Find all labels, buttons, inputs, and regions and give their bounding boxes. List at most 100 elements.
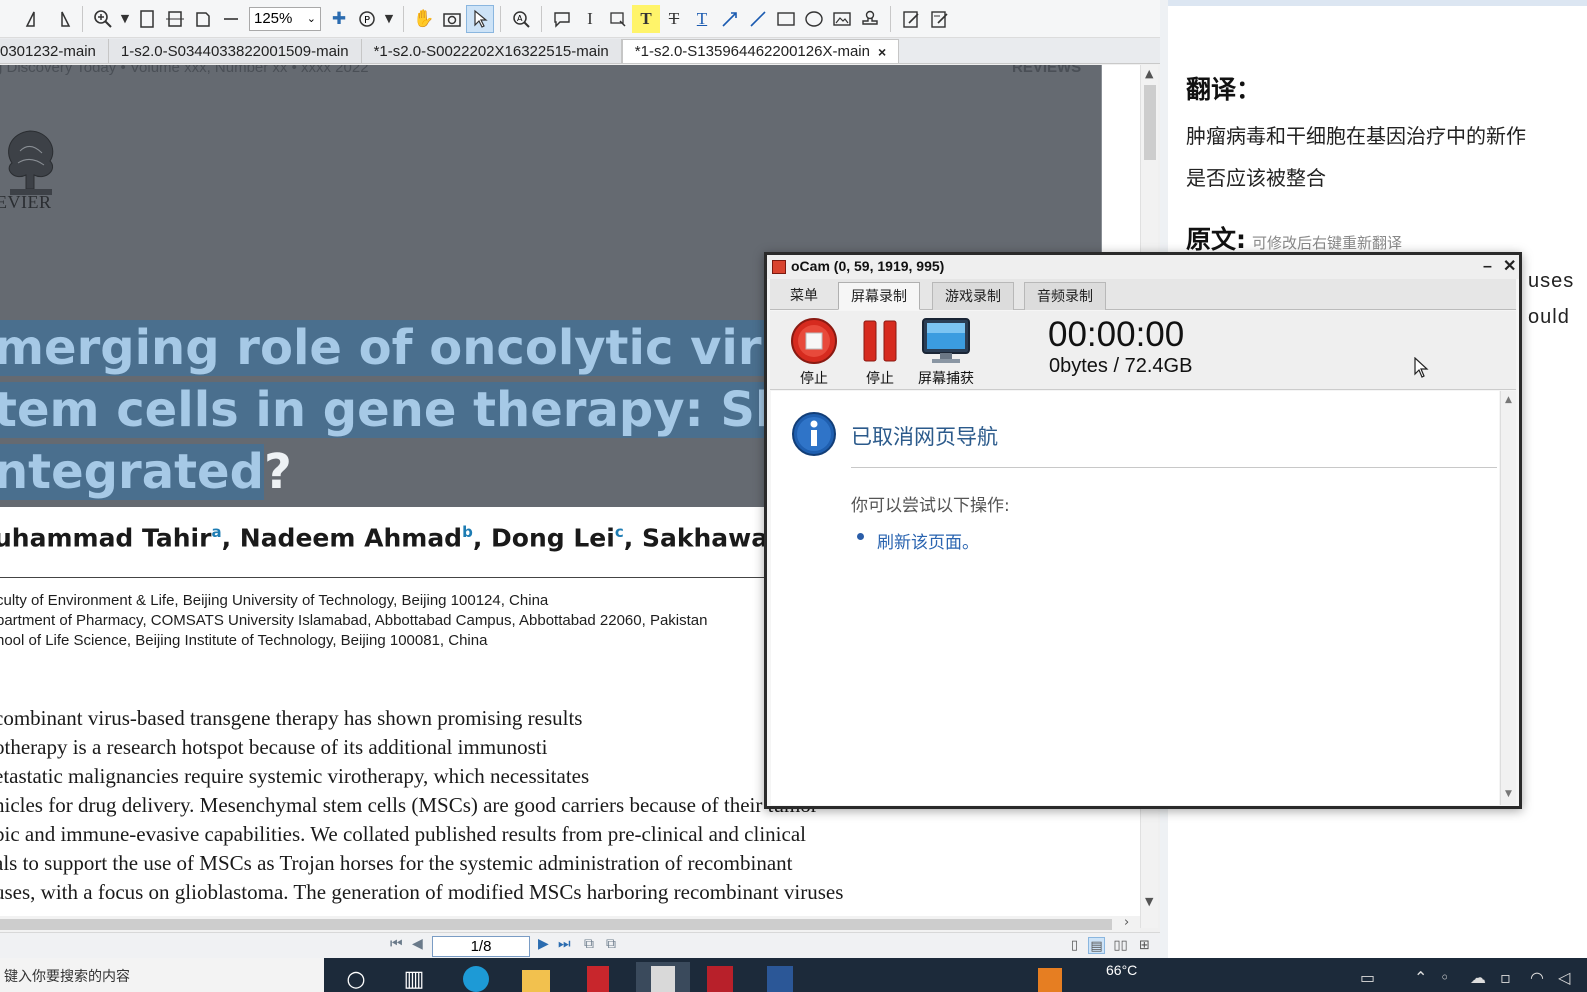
affiliation: nool of Life Science, Beijing Institute … [0, 632, 488, 649]
volume-icon[interactable]: ◁ [1558, 968, 1570, 987]
word-icon[interactable] [760, 962, 800, 992]
original-text-fragment[interactable]: uses [1528, 270, 1574, 293]
minimize-icon[interactable]: – [1483, 256, 1492, 278]
zoom-select[interactable]: 125% ⌄ [249, 6, 321, 31]
screen-capture-button[interactable]: 屏幕捕获 [916, 317, 976, 388]
navigation-cancelled-heading: 已取消网页导航 [851, 425, 998, 449]
page-navigation-bar: ⏮ ◀ 1/8 ▶ ⏭ ⧉ ⧉ ▯ ▤ ▯▯ ⊞ [0, 932, 1160, 958]
page-view-alt-icon[interactable]: ⧉ [606, 936, 616, 952]
taskbar-search-input[interactable]: 键入你要搜索的内容 [0, 958, 324, 992]
select-cursor-icon[interactable] [466, 4, 494, 33]
tab-screen-record[interactable]: 屏幕录制 [838, 282, 920, 310]
weather-temperature[interactable]: 66°C [1106, 962, 1137, 978]
strikethrough-icon[interactable]: T [660, 5, 688, 33]
zotero-icon[interactable] [700, 962, 740, 992]
page-nav-dropdown-icon[interactable]: ▼ [381, 5, 397, 33]
fit-page-icon[interactable] [133, 5, 161, 33]
text-select-icon[interactable]: I [576, 5, 604, 33]
rectangle-icon[interactable] [772, 5, 800, 33]
scroll-thumb[interactable] [1144, 85, 1156, 160]
horizontal-scrollbar[interactable]: › [0, 915, 1140, 932]
stop-button[interactable]: 停止 [784, 317, 844, 388]
add-icon[interactable]: ✚ [325, 5, 353, 33]
task-view-icon[interactable]: ▥ [394, 962, 434, 992]
author-affiliation-mark[interactable]: a [211, 523, 221, 541]
sign-icon[interactable] [897, 5, 925, 33]
scroll-right-icon[interactable]: › [1124, 915, 1129, 930]
arrow-icon[interactable] [716, 5, 744, 33]
facing-page-icon[interactable]: ▯▯ [1112, 937, 1129, 954]
scroll-up-icon[interactable]: ▲ [1145, 67, 1153, 80]
ocam-titlebar[interactable]: oCam (0, 59, 1919, 995) – ✕ [767, 255, 1519, 279]
tab-document-3[interactable]: *1-s2.0-S0022202X16322515-main [361, 39, 622, 63]
document-tabs: 0301232-main 1-s2.0-S0344033822001509-ma… [0, 38, 1160, 64]
next-page-icon[interactable]: ▶ [538, 936, 549, 952]
bullet-icon [857, 533, 864, 540]
tab-audio-record[interactable]: 音频录制 [1024, 282, 1106, 310]
scroll-down-icon[interactable]: ▼ [1505, 789, 1512, 799]
cloud-icon[interactable]: ☁ [1470, 968, 1486, 987]
rotate-right-icon[interactable] [48, 5, 76, 33]
edge-icon[interactable] [456, 962, 496, 992]
network-icon[interactable]: ◦ [1440, 968, 1449, 987]
single-page-icon[interactable]: ▯ [1066, 937, 1083, 954]
prev-page-icon[interactable]: ◀ [412, 936, 423, 952]
zoom-in-icon[interactable] [89, 5, 117, 33]
tab-document-4[interactable]: *1-s2.0-S135964462200126X-main × [621, 39, 900, 63]
textbox-icon[interactable] [604, 5, 632, 33]
tab-label: *1-s2.0-S0022202X16322515-main [373, 42, 609, 60]
page-view-icon[interactable]: ⧉ [584, 936, 594, 952]
comment-icon[interactable] [548, 5, 576, 33]
tab-menu[interactable]: 菜单 [778, 282, 830, 310]
image-icon[interactable] [828, 5, 856, 33]
title-line-1: merging role of oncolytic viru [0, 317, 796, 379]
stop-label: 停止 [800, 371, 828, 387]
original-hint: 可修改后右键重新翻译 [1252, 234, 1403, 252]
printer-icon[interactable]: ▫ [1500, 968, 1511, 987]
tab-document-2[interactable]: 1-s2.0-S0344033822001509-main [108, 39, 362, 63]
stamp-icon[interactable] [856, 5, 884, 33]
ocam-tray-icon[interactable] [1030, 962, 1070, 992]
tab-document-1[interactable]: 0301232-main [0, 39, 109, 63]
translation-text[interactable]: 肿瘤病毒和干细胞在基因治疗中的新作 是否应该被整合 [1186, 115, 1586, 199]
zoom-out-icon[interactable] [217, 5, 245, 33]
author-affiliation-mark[interactable]: c [615, 523, 624, 541]
pan-hand-icon[interactable]: ✋ [410, 5, 438, 33]
zoom-dropdown-icon[interactable]: ▼ [117, 5, 133, 33]
first-page-icon[interactable]: ⏮ [390, 936, 403, 952]
highlight-icon[interactable]: T [632, 4, 660, 33]
author-affiliation-mark[interactable]: b [462, 523, 473, 541]
split-view-icon[interactable]: ⊞ [1136, 937, 1153, 954]
continuous-page-icon[interactable]: ▤ [1088, 937, 1105, 954]
scroll-down-icon[interactable]: ▼ [1145, 895, 1153, 908]
wifi-icon[interactable]: ◠ [1530, 968, 1544, 987]
find-icon[interactable]: A [507, 5, 535, 33]
foxit-icon[interactable] [636, 962, 690, 992]
line-icon[interactable] [744, 5, 772, 33]
rotate-left-icon[interactable] [20, 5, 48, 33]
display-icon[interactable]: ▭ [1360, 968, 1375, 987]
ocam-content-scrollbar[interactable]: ▲ ▼ [1500, 391, 1516, 805]
tab-game-record[interactable]: 游戏录制 [932, 282, 1014, 310]
file-explorer-icon[interactable] [516, 962, 556, 992]
monitor-icon [922, 318, 970, 363]
refresh-page-link[interactable]: 刷新该页面。 [877, 528, 979, 553]
notification-icon[interactable]: ⌃ [1414, 968, 1427, 987]
pdf-app-icon[interactable] [578, 962, 618, 992]
page-number-input[interactable]: 1/8 [432, 936, 530, 957]
page-nav-icon[interactable]: P [353, 5, 381, 33]
scroll-up-icon[interactable]: ▲ [1505, 395, 1512, 405]
original-text-fragment[interactable]: ould [1528, 306, 1570, 329]
actual-size-icon[interactable] [189, 5, 217, 33]
last-page-icon[interactable]: ⏭ [558, 936, 571, 952]
search-icon[interactable]: ○ [336, 962, 376, 992]
snapshot-icon[interactable] [438, 5, 466, 33]
fit-width-icon[interactable] [161, 5, 189, 33]
close-icon[interactable]: × [878, 44, 886, 60]
ellipse-icon[interactable] [800, 5, 828, 33]
underline-icon[interactable]: T [688, 5, 716, 33]
scroll-thumb[interactable] [0, 919, 1112, 930]
close-icon[interactable]: ✕ [1503, 256, 1516, 278]
pause-button[interactable]: 停止 [850, 317, 910, 388]
edit-icon[interactable] [925, 5, 953, 33]
